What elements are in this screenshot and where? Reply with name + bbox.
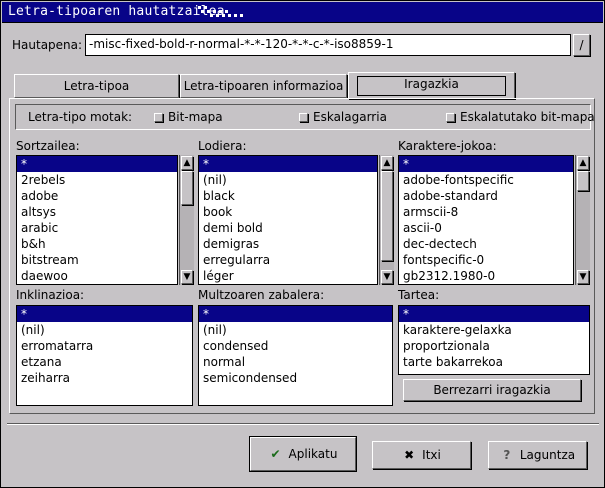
list-item[interactable]: condensed <box>199 338 392 354</box>
scalable-label[interactable]: Eskalagarria <box>313 110 387 124</box>
setwidth-label: Multzoaren zabalera: <box>198 288 325 302</box>
check-icon: ✔ <box>270 447 281 461</box>
scalable-checkbox[interactable] <box>299 113 308 122</box>
list-item[interactable]: altsys <box>17 204 177 220</box>
reset-filter-button[interactable]: Berrezarri iragazkia <box>403 379 581 401</box>
foundry-scrollbar[interactable]: ▲ ▼ <box>179 155 194 285</box>
list-item[interactable]: ascii-0 <box>399 220 573 236</box>
list-item[interactable]: etzana <box>17 354 192 370</box>
scroll-down-icon[interactable]: ▼ <box>577 270 589 284</box>
list-item[interactable]: demi bold <box>199 220 377 236</box>
list-item[interactable]: * <box>17 156 177 172</box>
list-item[interactable]: tarte bakarrekoa <box>399 354 589 370</box>
slant-list[interactable]: * (nil) erromatarra etzana zeiharra <box>16 305 193 406</box>
list-item[interactable]: adobe-fontspecific <box>399 172 573 188</box>
tab-font[interactable]: Letra-tipoa <box>14 74 179 98</box>
scroll-up-icon[interactable]: ▲ <box>181 156 193 170</box>
tab-font-info[interactable]: Letra-tipoaren informazioa <box>180 74 347 98</box>
close-button[interactable]: ✖ Itxi <box>372 441 471 469</box>
bitmap-checkbox[interactable] <box>154 113 163 122</box>
list-item[interactable]: adobe <box>17 188 177 204</box>
list-item[interactable]: armscii-8 <box>399 204 573 220</box>
title-bar[interactable]: Letra-tipoaren hautatzailea <box>2 2 603 23</box>
list-item[interactable]: gb2312.1980-0 <box>399 268 573 284</box>
help-label: Laguntza <box>519 448 576 462</box>
slant-label: Inklinazioa: <box>16 288 85 302</box>
setwidth-list[interactable]: * (nil) condensed normal semicondensed <box>198 305 393 406</box>
help-icon: ? <box>503 448 511 462</box>
foundry-list[interactable]: * 2rebels adobe altsys arabic b&h bitstr… <box>16 155 178 285</box>
bitmap-label[interactable]: Bit-mapa <box>168 110 223 124</box>
scroll-thumb[interactable] <box>381 171 393 261</box>
scroll-thumb[interactable] <box>577 171 589 191</box>
list-item[interactable]: * <box>399 156 573 172</box>
font-types-label: Letra-tipo motak: <box>28 110 133 124</box>
tab-font-info-label: Letra-tipoaren informazioa <box>183 79 344 93</box>
tab-font-label: Letra-tipoa <box>63 79 130 93</box>
scroll-down-icon[interactable]: ▼ <box>181 270 193 284</box>
weight-list[interactable]: * (nil) black book demi bold demigras er… <box>198 155 378 285</box>
list-item[interactable]: fontspecific-0 <box>399 252 573 268</box>
list-item[interactable]: adobe-standard <box>399 188 573 204</box>
charset-list[interactable]: * adobe-fontspecific adobe-standard arms… <box>398 155 574 285</box>
scaled-bitmap-label[interactable]: Eskalatutako bit-mapa <box>460 110 595 124</box>
list-item[interactable]: erregularra <box>199 252 377 268</box>
help-button[interactable]: ? Laguntza <box>488 441 587 469</box>
font-selector-window: Letra-tipoaren hautatzailea Hautapena: -… <box>0 0 605 488</box>
list-item[interactable]: (nil) <box>199 322 392 338</box>
scroll-up-icon[interactable]: ▲ <box>577 156 589 170</box>
weight-scrollbar[interactable]: ▲ ▼ <box>379 155 394 285</box>
list-item[interactable]: (nil) <box>17 322 192 338</box>
list-item[interactable]: erromatarra <box>17 338 192 354</box>
apply-button[interactable]: ✔ Aplikatu <box>249 436 357 472</box>
list-item[interactable]: léger <box>199 268 377 284</box>
selection-field[interactable]: -misc-fixed-bold-r-normal-*-*-120-*-*-c-… <box>85 34 571 56</box>
list-item[interactable]: bitstream <box>17 252 177 268</box>
scroll-down-icon[interactable]: ▼ <box>381 270 393 284</box>
list-item[interactable]: semicondensed <box>199 370 392 386</box>
list-item[interactable]: zeiharra <box>17 370 192 386</box>
selection-label: Hautapena: <box>12 38 83 52</box>
spacing-label: Tartea: <box>398 288 440 302</box>
charset-scrollbar[interactable]: ▲ ▼ <box>575 155 590 285</box>
list-item[interactable]: b&h <box>17 236 177 252</box>
list-item[interactable]: (nil) <box>199 172 377 188</box>
tab-filter-label: Iragazkia <box>357 76 506 96</box>
list-item[interactable]: arabic <box>17 220 177 236</box>
scroll-thumb[interactable] <box>181 171 193 205</box>
list-item[interactable]: proportzionala <box>399 338 589 354</box>
selection-browse-button[interactable]: / <box>573 34 590 56</box>
spacing-list[interactable]: * karaktere-gelaxka proportzionala tarte… <box>398 305 590 375</box>
list-item[interactable]: karaktere-gelaxka <box>399 322 589 338</box>
list-item[interactable]: black <box>199 188 377 204</box>
apply-label: Aplikatu <box>288 447 338 461</box>
close-label: Itxi <box>422 448 441 462</box>
list-item[interactable]: demigras <box>199 236 377 252</box>
close-icon: ✖ <box>404 448 415 462</box>
list-item[interactable]: dec-dectech <box>399 236 573 252</box>
tab-filter[interactable]: Iragazkia <box>348 72 515 99</box>
list-item[interactable]: book <box>199 204 377 220</box>
list-item[interactable]: * <box>199 156 377 172</box>
list-item[interactable]: * <box>199 306 392 322</box>
weight-label: Lodiera: <box>198 139 247 153</box>
titlebar-decoration <box>198 6 244 20</box>
list-item[interactable]: normal <box>199 354 392 370</box>
list-item[interactable]: * <box>17 306 192 322</box>
foundry-label: Sortzailea: <box>16 139 80 153</box>
list-item[interactable]: 2rebels <box>17 172 177 188</box>
window-title: Letra-tipoaren hautatzailea <box>8 4 225 19</box>
font-types-box: Letra-tipo motak: Bit-mapa Eskalagarria … <box>15 104 595 130</box>
list-item[interactable]: daewoo <box>17 268 177 284</box>
scroll-up-icon[interactable]: ▲ <box>381 156 393 170</box>
divider <box>7 423 599 425</box>
scaled-bitmap-checkbox[interactable] <box>446 113 455 122</box>
list-item[interactable]: * <box>399 306 589 322</box>
charset-label: Karaktere-jokoa: <box>398 139 497 153</box>
